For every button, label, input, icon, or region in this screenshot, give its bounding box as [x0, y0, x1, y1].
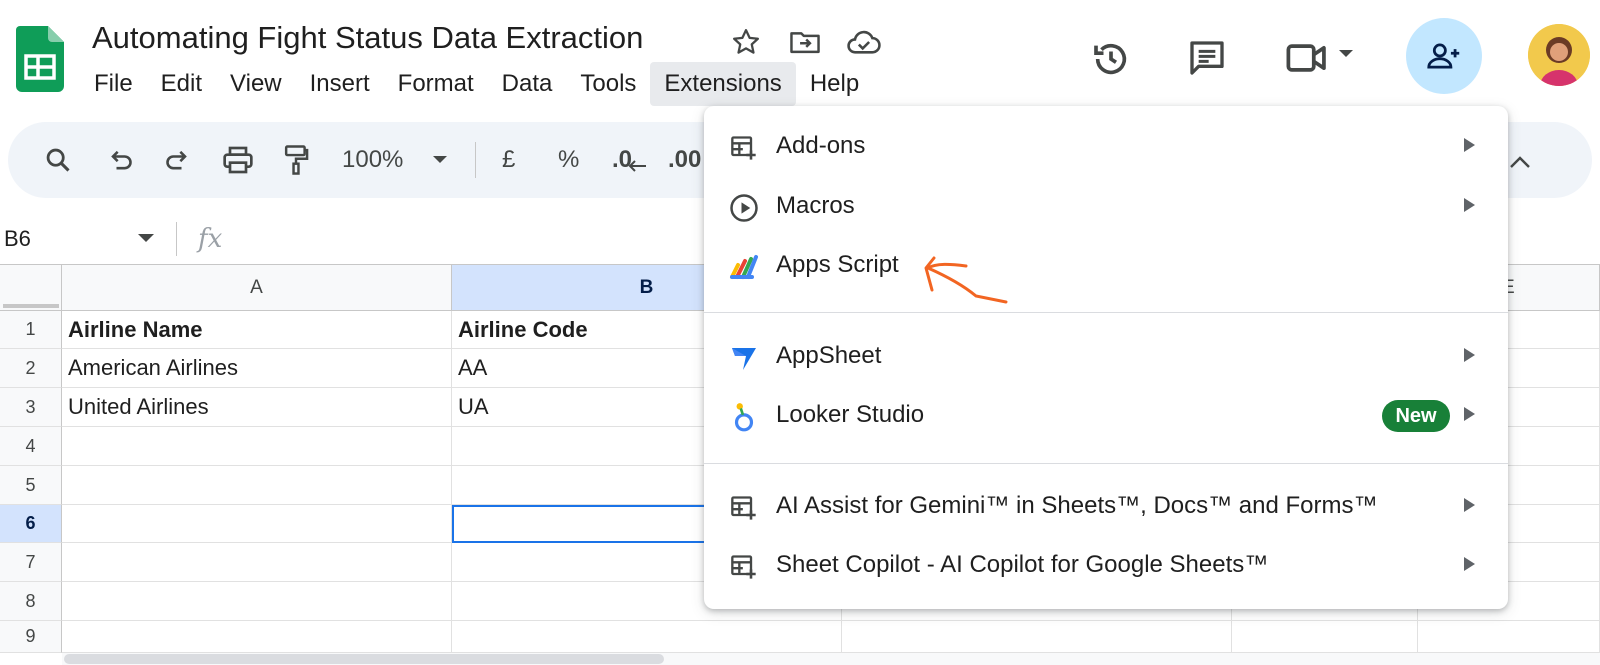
- cell-a3[interactable]: United Airlines: [62, 388, 452, 427]
- version-history-icon[interactable]: [1090, 38, 1132, 80]
- cell-a9[interactable]: [62, 621, 452, 653]
- cloud-saved-icon[interactable]: [846, 24, 882, 60]
- submenu-arrow-icon: [1464, 407, 1475, 421]
- annotation-arrow-icon: [916, 250, 1016, 310]
- comments-icon[interactable]: [1185, 36, 1229, 80]
- menu-item-label: AI Assist for Gemini™ in Sheets™, Docs™ …: [776, 492, 1378, 519]
- add-table-icon: [728, 492, 760, 524]
- menu-view[interactable]: View: [216, 62, 296, 106]
- undo-icon[interactable]: [100, 140, 140, 180]
- cell-d9[interactable]: [1232, 621, 1418, 653]
- menu-item-macros[interactable]: Macros: [704, 178, 1508, 236]
- cell-c9[interactable]: [842, 621, 1232, 653]
- menu-help[interactable]: Help: [796, 62, 873, 106]
- menu-item-label: Add-ons: [776, 132, 866, 159]
- menu-extensions[interactable]: Extensions: [650, 62, 796, 106]
- extensions-menu: Add-ons Macros Apps Script AppSheet Look…: [704, 106, 1508, 609]
- row-header-5[interactable]: 5: [0, 466, 62, 505]
- apps-script-icon: [728, 251, 760, 283]
- row-header-1[interactable]: 1: [0, 311, 62, 349]
- paint-format-icon[interactable]: [276, 140, 316, 180]
- menu-file[interactable]: File: [80, 62, 147, 106]
- scrollbar-thumb[interactable]: [64, 654, 664, 664]
- play-circle-icon: [728, 192, 760, 224]
- avatar[interactable]: [1528, 24, 1590, 86]
- row-header-7[interactable]: 7: [0, 543, 62, 582]
- menu-bar: File Edit View Insert Format Data Tools …: [80, 62, 873, 106]
- cell-a1[interactable]: Airline Name: [62, 311, 452, 349]
- row-header-8[interactable]: 8: [0, 582, 62, 621]
- submenu-arrow-icon: [1464, 348, 1475, 362]
- cell-a8[interactable]: [62, 582, 452, 621]
- cell-a7[interactable]: [62, 543, 452, 582]
- menu-item-sheet-copilot[interactable]: Sheet Copilot - AI Copilot for Google Sh…: [704, 537, 1508, 595]
- toolbar-divider: [475, 142, 476, 178]
- submenu-arrow-icon: [1464, 557, 1475, 571]
- name-box[interactable]: B6: [4, 226, 31, 252]
- row-header-9[interactable]: 9: [0, 621, 62, 653]
- format-currency-button[interactable]: £: [502, 146, 515, 174]
- sheets-logo-icon[interactable]: [16, 26, 64, 92]
- menu-edit[interactable]: Edit: [147, 62, 216, 106]
- menu-data[interactable]: Data: [488, 62, 567, 106]
- cell-a5[interactable]: [62, 466, 452, 505]
- move-folder-icon[interactable]: [787, 24, 823, 60]
- row-header-3[interactable]: 3: [0, 388, 62, 427]
- document-title[interactable]: Automating Fight Status Data Extraction: [92, 20, 643, 56]
- column-header-a[interactable]: A: [62, 265, 452, 311]
- share-button[interactable]: [1406, 18, 1482, 94]
- menu-item-label: Apps Script: [776, 251, 899, 278]
- format-percent-button[interactable]: %: [558, 146, 579, 174]
- fx-icon: fx: [198, 224, 223, 254]
- zoom-select[interactable]: 100%: [342, 146, 403, 174]
- redo-icon[interactable]: [158, 140, 198, 180]
- submenu-arrow-icon: [1464, 198, 1475, 212]
- cell-a6[interactable]: [62, 505, 452, 543]
- menu-item-label: AppSheet: [776, 342, 882, 369]
- menu-item-apps-script[interactable]: Apps Script: [704, 237, 1508, 295]
- formula-bar-divider: [176, 222, 177, 256]
- menu-item-ai-assist-gemini[interactable]: AI Assist for Gemini™ in Sheets™, Docs™ …: [704, 478, 1508, 536]
- row-header-4[interactable]: 4: [0, 427, 62, 466]
- zoom-dropdown-icon[interactable]: [428, 150, 452, 170]
- add-table-icon: [728, 132, 760, 164]
- cell-e9[interactable]: [1418, 621, 1600, 653]
- add-table-icon: [728, 551, 760, 583]
- menu-item-label: Macros: [776, 192, 855, 219]
- cell-a2[interactable]: American Airlines: [62, 349, 452, 388]
- increase-decimal-button[interactable]: .00: [668, 146, 701, 174]
- name-box-dropdown-icon[interactable]: [138, 234, 154, 242]
- menu-item-label: Sheet Copilot - AI Copilot for Google Sh…: [776, 551, 1269, 578]
- menu-item-looker-studio[interactable]: Looker Studio New: [704, 387, 1508, 445]
- row-header-6[interactable]: 6: [0, 505, 62, 543]
- menu-tools[interactable]: Tools: [566, 62, 650, 106]
- new-badge: New: [1382, 400, 1450, 432]
- appsheet-icon: [728, 342, 760, 374]
- print-icon[interactable]: [218, 140, 258, 180]
- menu-divider: [704, 312, 1508, 313]
- cell-b9[interactable]: [452, 621, 842, 653]
- menu-format[interactable]: Format: [384, 62, 488, 106]
- looker-studio-icon: [728, 401, 760, 433]
- submenu-arrow-icon: [1464, 138, 1475, 152]
- search-menus-icon[interactable]: [38, 140, 78, 180]
- chevron-down-icon[interactable]: [1336, 48, 1356, 60]
- add-person-icon: [1427, 43, 1460, 69]
- meet-video-icon[interactable]: [1283, 36, 1331, 80]
- cell-a4[interactable]: [62, 427, 452, 466]
- star-icon[interactable]: [728, 24, 764, 60]
- menu-item-label: Looker Studio: [776, 401, 925, 428]
- select-all-corner[interactable]: [0, 265, 62, 311]
- menu-divider: [704, 463, 1508, 464]
- menu-item-appsheet[interactable]: AppSheet: [704, 328, 1508, 386]
- submenu-arrow-icon: [1464, 498, 1475, 512]
- arrow-left-icon: [626, 154, 650, 178]
- menu-insert[interactable]: Insert: [296, 62, 384, 106]
- menu-item-add-ons[interactable]: Add-ons: [704, 118, 1508, 176]
- row-header-2[interactable]: 2: [0, 349, 62, 388]
